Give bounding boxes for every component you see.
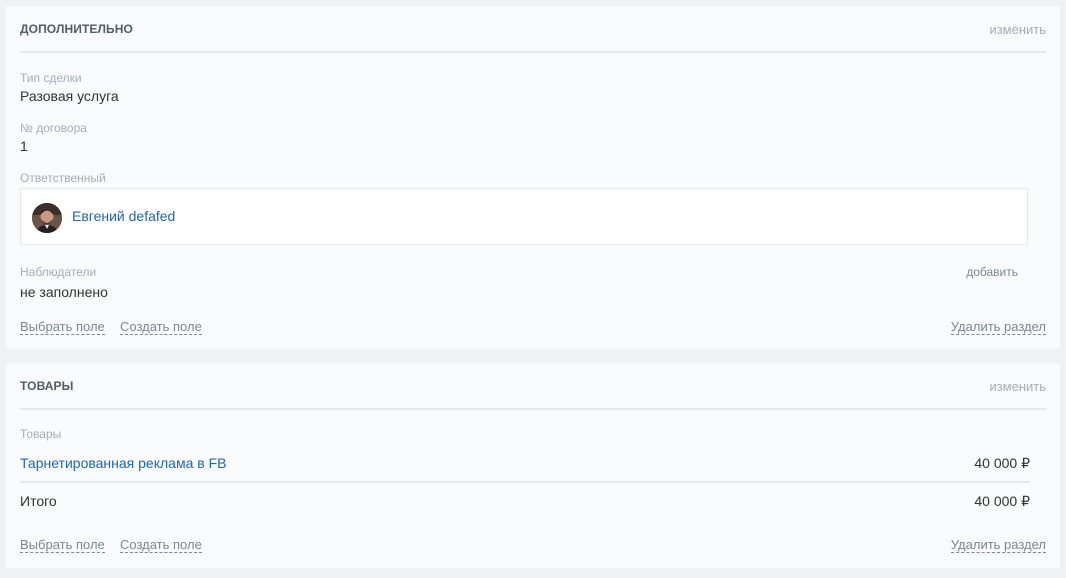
- section-title: ТОВАРЫ: [20, 379, 74, 393]
- products-divider: [20, 481, 1030, 483]
- section-title: ДОПОЛНИТЕЛЬНО: [20, 22, 133, 36]
- section-additional: ДОПОЛНИТЕЛЬНО изменить Тип сделки Разова…: [6, 6, 1060, 349]
- contract-number-value: 1: [20, 138, 28, 154]
- responsible-user-link[interactable]: Евгений defafed: [72, 208, 175, 224]
- deal-type-value: Разовая услуга: [20, 88, 119, 104]
- total-value: 40 000 ₽: [974, 493, 1030, 509]
- product-price: 40 000 ₽: [974, 455, 1030, 471]
- section-divider: [20, 51, 1046, 53]
- create-field-link[interactable]: Создать поле: [120, 319, 202, 335]
- user-photo-icon: [32, 203, 62, 233]
- total-label: Итого: [20, 493, 57, 509]
- product-item-link[interactable]: Тарнетированная реклама в FB: [20, 455, 226, 471]
- delete-section-link[interactable]: Удалить раздел: [950, 537, 1046, 553]
- delete-section-link[interactable]: Удалить раздел: [950, 319, 1046, 335]
- edit-section-link[interactable]: изменить: [989, 379, 1046, 394]
- select-field-link[interactable]: Выбрать поле: [20, 319, 105, 335]
- avatar[interactable]: [32, 203, 62, 233]
- edit-section-link[interactable]: изменить: [989, 22, 1046, 37]
- responsible-user-card: Евгений defafed: [20, 188, 1028, 245]
- contract-number-label: № договора: [20, 121, 87, 135]
- responsible-label: Ответственный: [20, 171, 106, 185]
- deal-type-label: Тип сделки: [20, 71, 82, 85]
- section-products: ТОВАРЫ изменить Товары Тарнетированная р…: [6, 363, 1060, 568]
- observers-label: Наблюдатели: [20, 265, 97, 279]
- create-field-link[interactable]: Создать поле: [120, 537, 202, 553]
- select-field-link[interactable]: Выбрать поле: [20, 537, 105, 553]
- products-label: Товары: [20, 427, 62, 441]
- observers-value: не заполнено: [20, 284, 108, 300]
- section-divider: [20, 408, 1046, 410]
- add-observer-link[interactable]: добавить: [966, 265, 1018, 279]
